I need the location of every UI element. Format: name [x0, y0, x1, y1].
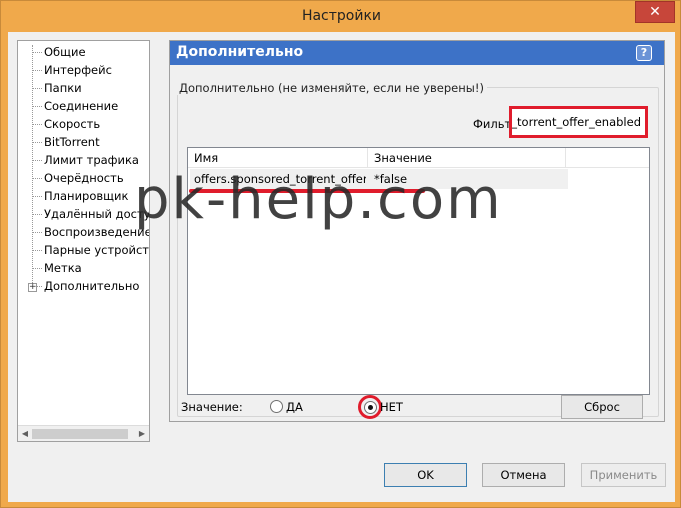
ok-button[interactable]: OK [384, 463, 467, 487]
close-button[interactable]: ✕ [635, 1, 675, 23]
radio-no-label[interactable]: НЕТ [380, 400, 403, 414]
tree-item-connection[interactable]: Соединение [32, 97, 118, 115]
radio-no[interactable] [364, 401, 377, 414]
tree-item-advanced[interactable]: Дополнительно [32, 277, 139, 295]
close-icon: ✕ [649, 4, 661, 20]
cancel-button[interactable]: Отмена [482, 463, 565, 487]
tree-item-paired-devices[interactable]: Парные устройства [33, 241, 149, 259]
tree-item-folders[interactable]: Папки [33, 79, 82, 97]
tree-item-bittorrent[interactable]: BitTorrent [33, 133, 100, 151]
scroll-thumb[interactable] [32, 429, 128, 439]
category-tree[interactable]: Общие Интерфейс Папки Соединение Скорост… [17, 40, 150, 442]
radio-yes[interactable] [270, 400, 283, 413]
tree-guide-line [32, 45, 33, 289]
value-row: Значение: ДА НЕТ Сброс [169, 32, 665, 452]
tree-item-label[interactable]: Метка [33, 259, 82, 277]
reset-button[interactable]: Сброс [561, 395, 643, 419]
value-label: Значение: [181, 400, 243, 414]
scroll-left-arrow-icon[interactable]: ◀ [20, 429, 30, 439]
radio-selected-dot [368, 405, 373, 410]
apply-button[interactable]: Применить [581, 463, 666, 487]
watermark-text: pk-help.com [134, 167, 503, 232]
expand-plus-icon[interactable]: + [28, 283, 37, 292]
tree-item-queueing[interactable]: Очерёдность [33, 169, 124, 187]
tree-item-scheduler[interactable]: Планировщик [32, 187, 128, 205]
title-bar[interactable]: Настройки ✕ [1, 1, 681, 32]
scroll-right-arrow-icon[interactable]: ▶ [137, 429, 147, 439]
tree-horizontal-scrollbar[interactable]: ◀ ▶ [18, 425, 149, 441]
radio-yes-label[interactable]: ДА [286, 400, 303, 414]
tree-item-general[interactable]: Общие [33, 43, 86, 61]
dialog-client: Общие Интерфейс Папки Соединение Скорост… [8, 32, 675, 502]
settings-window: Настройки ✕ Общие Интерфейс Папки Соедин… [0, 0, 681, 508]
tree-item-traffic-limit[interactable]: Лимит трафика [33, 151, 139, 169]
tree-item-speed[interactable]: Скорость [32, 115, 100, 133]
tree-item-interface[interactable]: Интерфейс [33, 61, 112, 79]
window-title: Настройки [301, 8, 382, 24]
